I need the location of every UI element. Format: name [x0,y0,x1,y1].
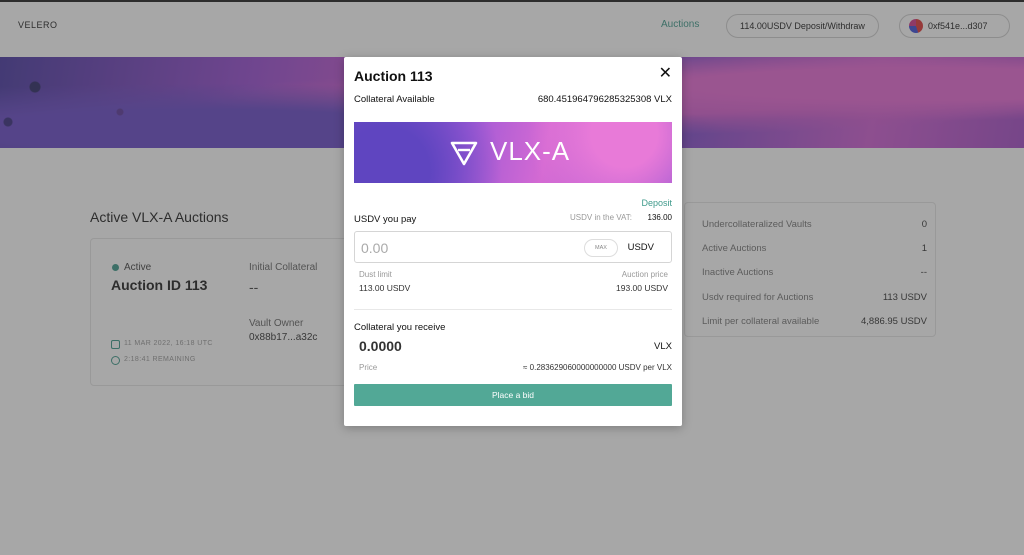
place-bid-button[interactable]: Place a bid [354,384,672,406]
divider [354,309,672,310]
pay-amount-field: MAX USDV [354,231,672,263]
collateral-available-label: Collateral Available [354,94,435,105]
auction-price-value: 193.00 USDV [616,283,668,293]
token-banner: VLX-A [354,122,672,183]
dust-limit-value: 113.00 USDV [359,283,411,293]
receive-value: 0.0000 [359,338,402,354]
unit-price-value: ≈ 0.283629060000000000 USDV per VLX [523,363,672,372]
deposit-link[interactable]: Deposit [641,198,672,208]
token-name: VLX-A [490,136,571,166]
modal-title: Auction 113 [354,68,433,84]
max-button[interactable]: MAX [584,239,618,257]
unit-price-label: Price [359,363,378,372]
auction-price-label: Auction price [621,270,668,279]
velas-logo-icon [450,141,478,166]
pay-unit: USDV [627,242,654,253]
receive-unit: VLX [654,341,672,352]
pay-label: USDV you pay [354,214,417,225]
receive-label: Collateral you receive [354,322,446,333]
vat-balance-value: 136.00 [647,213,672,222]
auction-modal: Auction 113 ✕ Collateral Available 680.4… [344,57,682,426]
dust-limit-label: Dust limit [359,270,392,279]
collateral-available-value: 680.451964796285325308 VLX [537,94,672,105]
close-icon[interactable]: ✕ [659,66,672,82]
vat-balance-label: USDV in the VAT: [570,213,632,222]
pay-amount-input[interactable] [361,237,561,259]
